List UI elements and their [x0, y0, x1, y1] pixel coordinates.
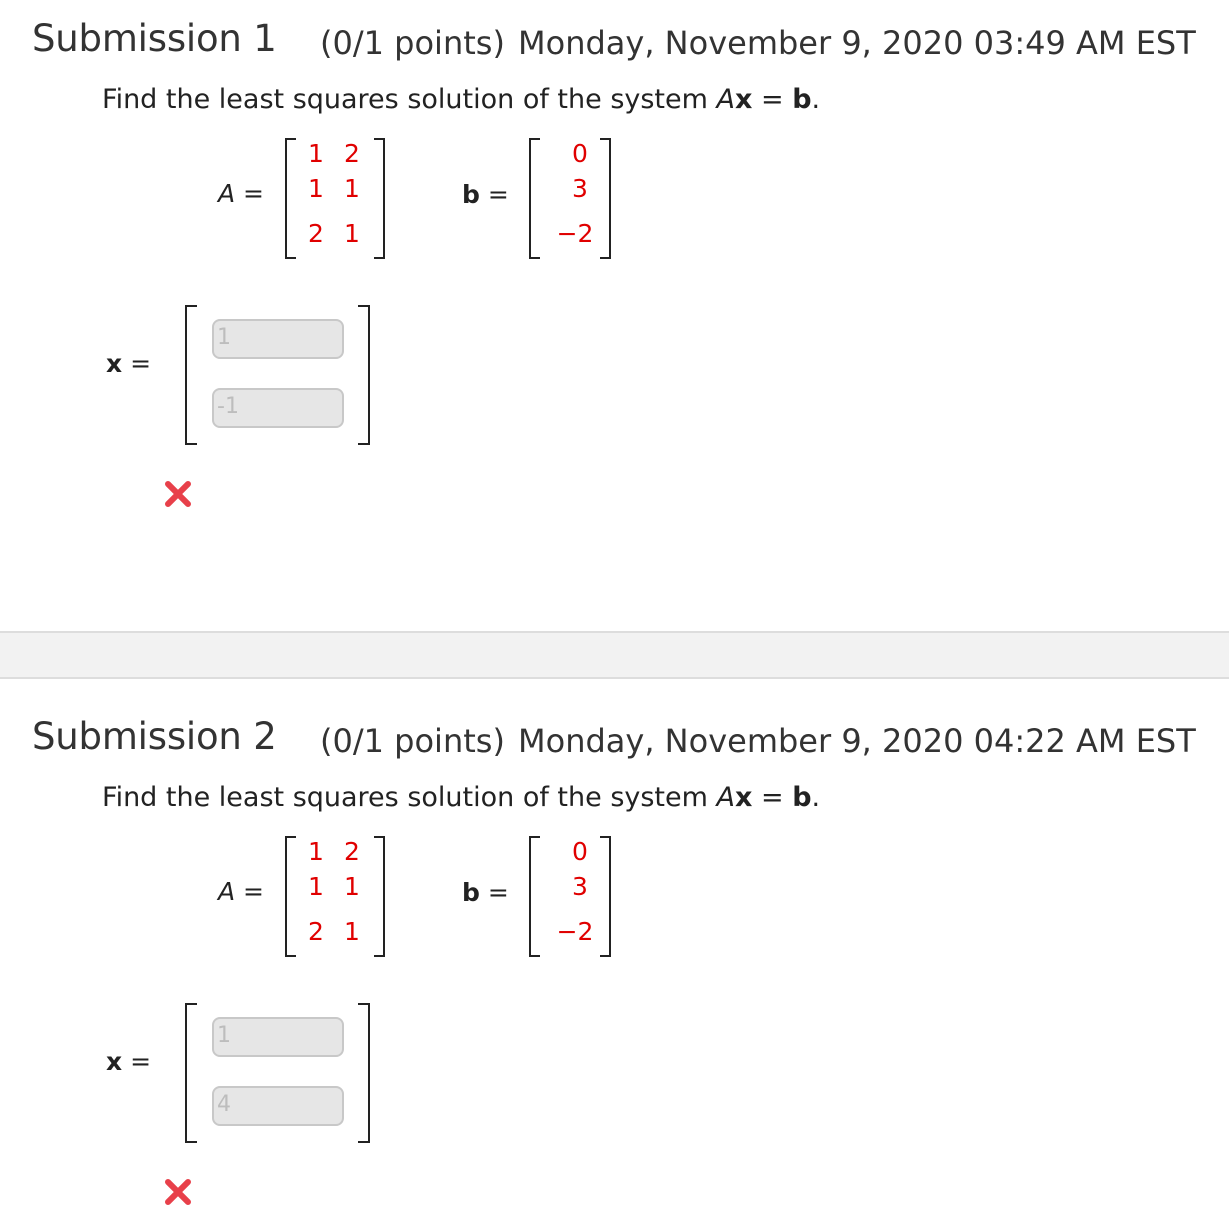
- matrix-a-cell: 1: [344, 872, 360, 901]
- question-A: A: [716, 782, 735, 813]
- matrix-a-symbol: A: [218, 877, 236, 906]
- matrix-a-label: A =: [218, 877, 264, 906]
- submission-title: Submission 1: [32, 17, 277, 60]
- vector-b-symbol: b: [462, 180, 480, 209]
- matrix-a-cell: 1: [308, 174, 324, 203]
- vector-b-cell: 0: [572, 837, 588, 866]
- answer-right-bracket: [358, 1003, 370, 1143]
- answer-input-2[interactable]: 4: [212, 1086, 344, 1126]
- matrix-a-cell: 2: [308, 917, 324, 946]
- question-text: Find the least squares solution of the s…: [102, 782, 820, 813]
- submission-points: (0/1 points): [320, 722, 505, 760]
- submission-title: Submission 2: [32, 715, 277, 758]
- vector-b-equals: =: [479, 878, 509, 907]
- matrix-a-cell: 2: [344, 139, 360, 168]
- matrix-a-cell: 1: [344, 174, 360, 203]
- vector-b-cell: −2: [556, 917, 594, 946]
- vector-b-left-bracket: [529, 836, 540, 957]
- matrix-a-right-bracket: [374, 138, 385, 259]
- question-b: b: [792, 84, 812, 115]
- question-prefix: Find the least squares solution of the s…: [102, 84, 717, 115]
- vector-b-cell: −2: [556, 219, 594, 248]
- submission-timestamp: Monday, November 9, 2020 04:22 AM EST: [518, 722, 1196, 760]
- answer-input-1[interactable]: 1: [212, 1017, 344, 1057]
- answer-input-1[interactable]: 1: [212, 319, 344, 359]
- matrix-a-cell: 2: [308, 219, 324, 248]
- question-A: A: [716, 84, 735, 115]
- submission-divider: [0, 631, 1229, 679]
- vector-b-label: b =: [462, 180, 509, 209]
- answer-x-symbol: x: [106, 349, 123, 378]
- matrix-a-left-bracket: [285, 138, 296, 259]
- matrix-a-symbol: A: [218, 179, 236, 208]
- vector-b-symbol: b: [462, 878, 480, 907]
- matrix-a-left-bracket: [285, 836, 296, 957]
- question-text: Find the least squares solution of the s…: [102, 84, 820, 115]
- vector-b-cell: 0: [572, 139, 588, 168]
- matrix-a-cell: 1: [308, 139, 324, 168]
- vector-b-left-bracket: [529, 138, 540, 259]
- answer-left-bracket: [185, 1003, 197, 1143]
- matrix-a-cell: 1: [344, 917, 360, 946]
- answer-left-bracket: [185, 305, 197, 445]
- answer-x-label: x =: [106, 349, 151, 378]
- question-x: x: [735, 84, 753, 115]
- question-prefix: Find the least squares solution of the s…: [102, 782, 717, 813]
- incorrect-x-icon: [165, 1179, 191, 1205]
- vector-b-cell: 3: [572, 174, 588, 203]
- question-period: .: [811, 782, 821, 813]
- vector-b-label: b =: [462, 878, 509, 907]
- matrix-a-cell: 1: [344, 219, 360, 248]
- matrix-a-equals: =: [235, 877, 265, 906]
- answer-x-label: x =: [106, 1047, 151, 1076]
- matrix-a-label: A =: [218, 179, 264, 208]
- answer-input-2[interactable]: -1: [212, 388, 344, 428]
- answer-right-bracket: [358, 305, 370, 445]
- answer-x-equals: =: [122, 349, 152, 378]
- matrix-a-equals: =: [235, 179, 265, 208]
- vector-b-equals: =: [479, 180, 509, 209]
- question-period: .: [811, 84, 821, 115]
- answer-x-symbol: x: [106, 1047, 123, 1076]
- question-eq: =: [752, 84, 793, 115]
- question-eq: =: [752, 782, 793, 813]
- matrix-a-cell: 1: [308, 837, 324, 866]
- matrix-a-right-bracket: [374, 836, 385, 957]
- answer-x-equals: =: [122, 1047, 152, 1076]
- submission-points: (0/1 points): [320, 24, 505, 62]
- question-b: b: [792, 782, 812, 813]
- incorrect-x-icon: [165, 481, 191, 507]
- matrix-a-cell: 1: [308, 872, 324, 901]
- matrix-a-cell: 2: [344, 837, 360, 866]
- submission-timestamp: Monday, November 9, 2020 03:49 AM EST: [518, 24, 1196, 62]
- question-x: x: [735, 782, 753, 813]
- vector-b-cell: 3: [572, 872, 588, 901]
